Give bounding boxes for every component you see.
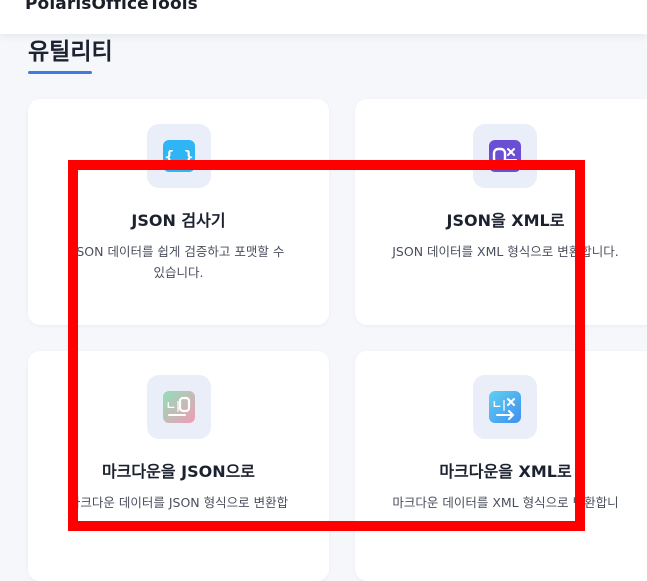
highlight-rectangle bbox=[68, 160, 585, 531]
app-title[interactable]: PolarisOfficeTools bbox=[25, 0, 198, 14]
section-title-underline bbox=[28, 71, 92, 74]
top-bar: PolarisOfficeTools bbox=[0, 0, 647, 34]
section-title: 유틸리티 bbox=[28, 39, 113, 65]
